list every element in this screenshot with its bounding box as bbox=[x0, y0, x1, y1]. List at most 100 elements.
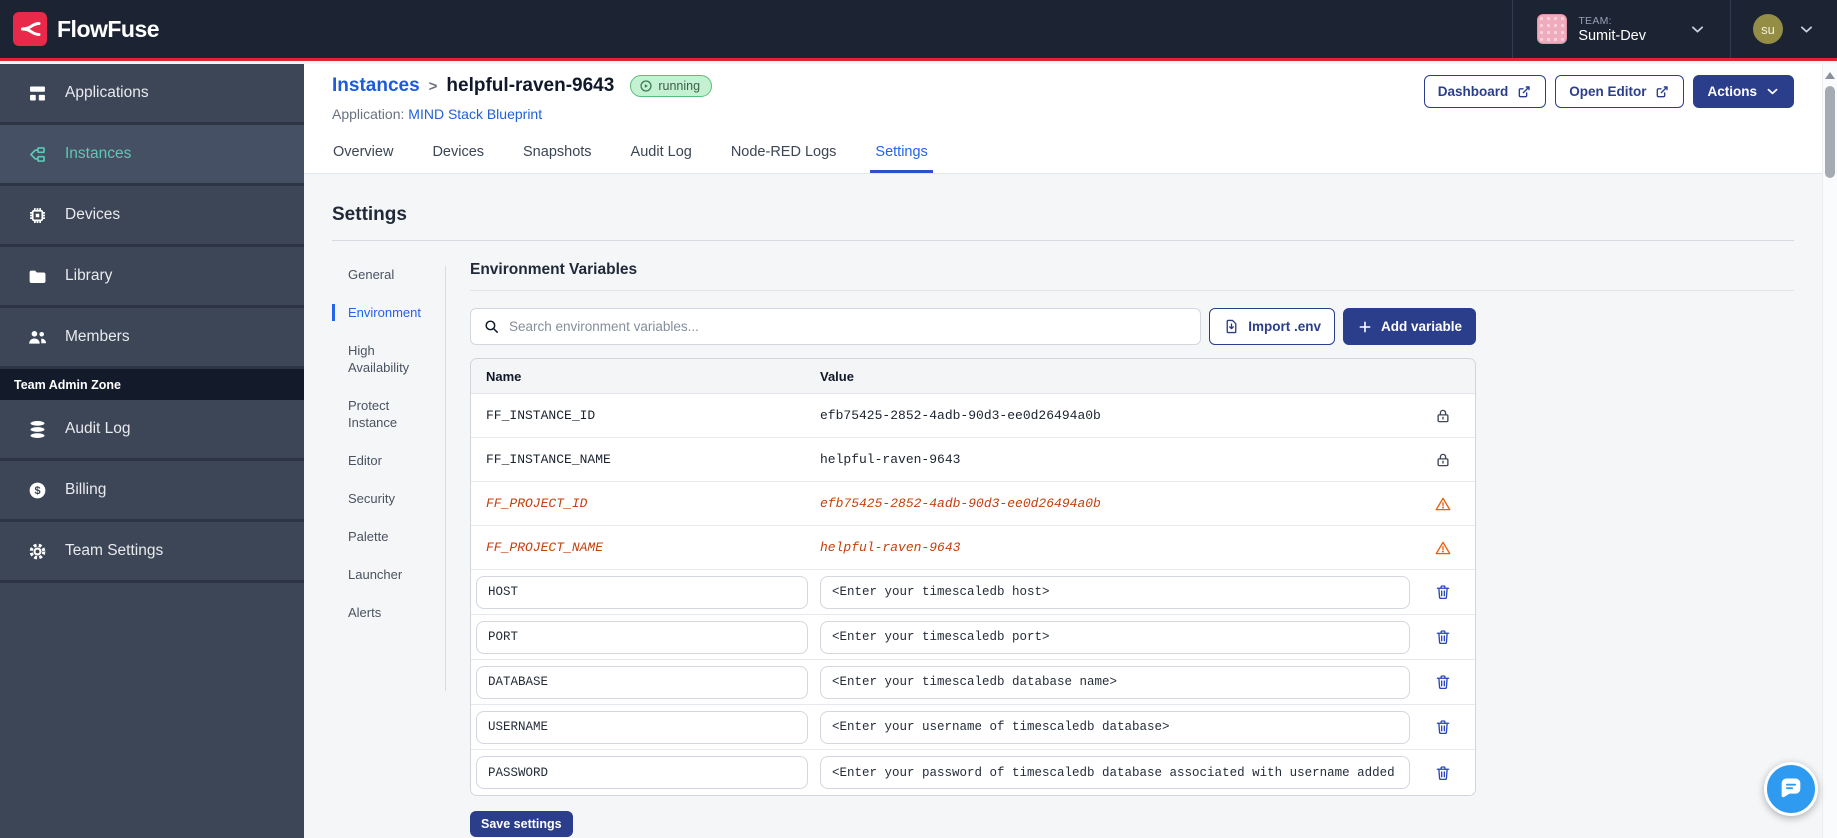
subnav-alerts[interactable]: Alerts bbox=[332, 604, 437, 621]
sidebar-item-label: Team Settings bbox=[65, 542, 164, 559]
subnav-security[interactable]: Security bbox=[332, 490, 437, 507]
team-avatar bbox=[1537, 14, 1568, 44]
subnav-general[interactable]: General bbox=[332, 266, 437, 283]
env-var-name-input[interactable] bbox=[476, 575, 808, 609]
subnav-palette[interactable]: Palette bbox=[332, 528, 437, 545]
env-var-name-input[interactable] bbox=[476, 665, 808, 699]
application-link[interactable]: MIND Stack Blueprint bbox=[408, 106, 542, 122]
settings-content: Settings General Environment High Availa… bbox=[304, 174, 1822, 838]
tab-settings[interactable]: Settings bbox=[870, 134, 934, 173]
settings-body: General Environment High Availability Pr… bbox=[332, 241, 1794, 837]
search-box bbox=[470, 308, 1202, 345]
settings-title: Settings bbox=[332, 204, 407, 225]
svg-text:$: $ bbox=[34, 485, 40, 497]
actions-button[interactable]: Actions bbox=[1693, 75, 1794, 108]
import-env-button[interactable]: Import .env bbox=[1209, 308, 1335, 345]
column-header-value: Value bbox=[820, 368, 854, 384]
open-editor-button[interactable]: Open Editor bbox=[1555, 75, 1685, 108]
scrollbar-up-arrow[interactable] bbox=[1825, 72, 1835, 79]
table-row bbox=[471, 750, 1475, 795]
table-row bbox=[471, 660, 1475, 705]
add-variable-label: Add variable bbox=[1380, 319, 1462, 334]
env-var-name: FF_PROJECT_NAME bbox=[486, 540, 604, 555]
subnav-editor[interactable]: Editor bbox=[332, 452, 437, 469]
lock-icon bbox=[1411, 451, 1475, 469]
scrollbar-thumb[interactable] bbox=[1825, 86, 1835, 178]
open-editor-button-label: Open Editor bbox=[1569, 84, 1647, 99]
tab-node-red-logs[interactable]: Node-RED Logs bbox=[730, 134, 838, 173]
sidebar-item-team-settings[interactable]: Team Settings bbox=[0, 522, 304, 583]
subnav-protect-instance[interactable]: Protect Instance bbox=[332, 397, 437, 431]
tab-audit-log[interactable]: Audit Log bbox=[630, 134, 693, 173]
trash-icon[interactable] bbox=[1411, 628, 1475, 646]
save-settings-button[interactable]: Save settings bbox=[470, 811, 573, 837]
env-var-name-input[interactable] bbox=[476, 710, 808, 744]
search-icon bbox=[483, 318, 500, 335]
dollar-circle-icon: $ bbox=[27, 480, 48, 501]
table-row: FF_INSTANCE_NAME helpful-raven-9643 bbox=[471, 438, 1475, 482]
status-text: running bbox=[658, 79, 701, 93]
table-row bbox=[471, 705, 1475, 750]
environment-panel: Environment Variables Search environment… bbox=[446, 241, 1794, 837]
env-var-value-input[interactable] bbox=[820, 575, 1410, 609]
user-avatar: su bbox=[1753, 14, 1783, 44]
team-label: TEAM: bbox=[1578, 14, 1612, 27]
add-variable-button[interactable]: Add variable bbox=[1342, 308, 1476, 345]
application-label: Application: bbox=[332, 106, 405, 122]
tab-devices[interactable]: Devices bbox=[431, 134, 485, 173]
team-admin-zone-label: Team Admin Zone bbox=[0, 369, 304, 400]
sidebar-item-billing[interactable]: $ Billing bbox=[0, 461, 304, 522]
sidebar-item-audit-log[interactable]: Audit Log bbox=[0, 400, 304, 461]
trash-icon[interactable] bbox=[1411, 583, 1475, 601]
sidebar-item-devices[interactable]: Devices bbox=[0, 186, 304, 247]
instance-name: helpful-raven-9643 bbox=[446, 75, 615, 96]
env-var-value-input[interactable] bbox=[820, 665, 1410, 699]
search-input[interactable] bbox=[509, 319, 1189, 334]
trash-icon[interactable] bbox=[1411, 673, 1475, 691]
environment-title: Environment Variables bbox=[470, 261, 1794, 291]
env-var-value: efb75425-2852-4adb-90d3-ee0d26494a0b bbox=[820, 408, 1101, 423]
plus-icon bbox=[1357, 319, 1373, 335]
topbar-right: TEAM: Sumit-Dev su bbox=[1512, 0, 1837, 58]
sidebar-item-label: Devices bbox=[65, 206, 121, 223]
breadcrumb-separator: > bbox=[428, 77, 438, 95]
import-file-icon bbox=[1223, 318, 1240, 335]
topbar: FlowFuse TEAM: Sumit-Dev su bbox=[0, 0, 1837, 61]
header-buttons: Dashboard Open Editor Actions bbox=[1423, 75, 1794, 108]
subnav-high-availability[interactable]: High Availability bbox=[332, 342, 437, 376]
flowfuse-logo[interactable]: FlowFuse bbox=[13, 12, 160, 46]
brand-name: FlowFuse bbox=[57, 15, 160, 42]
table-row bbox=[471, 615, 1475, 660]
tab-overview[interactable]: Overview bbox=[332, 134, 394, 173]
application-row: Application: MIND Stack Blueprint bbox=[332, 106, 1794, 122]
env-var-name-input[interactable] bbox=[476, 756, 808, 789]
trash-icon[interactable] bbox=[1411, 718, 1475, 736]
import-env-label: Import .env bbox=[1248, 319, 1321, 334]
sidebar-item-applications[interactable]: Applications bbox=[0, 64, 304, 125]
sidebar-item-instances[interactable]: Instances bbox=[0, 125, 304, 186]
sidebar-item-library[interactable]: Library bbox=[0, 247, 304, 308]
sidebar-item-members[interactable]: Members bbox=[0, 308, 304, 369]
chat-widget-button[interactable] bbox=[1764, 762, 1818, 816]
env-var-name-input[interactable] bbox=[476, 620, 808, 654]
user-menu[interactable]: su bbox=[1731, 0, 1837, 58]
breadcrumb-instances-link[interactable]: Instances bbox=[332, 75, 420, 97]
gear-icon bbox=[27, 541, 48, 562]
table-header: Name Value bbox=[471, 359, 1475, 394]
env-var-value-input[interactable] bbox=[820, 620, 1410, 654]
trash-icon[interactable] bbox=[1411, 764, 1475, 782]
column-header-name: Name bbox=[486, 368, 522, 384]
flowfuse-logo-icon bbox=[13, 12, 47, 46]
subnav-launcher[interactable]: Launcher bbox=[332, 566, 437, 583]
env-var-value: helpful-raven-9643 bbox=[820, 452, 961, 467]
tab-snapshots[interactable]: Snapshots bbox=[522, 134, 593, 173]
subnav-environment[interactable]: Environment bbox=[332, 304, 437, 321]
env-var-name: FF_INSTANCE_NAME bbox=[486, 452, 611, 467]
table-row: FF_PROJECT_NAME helpful-raven-9643 bbox=[471, 526, 1475, 570]
team-selector[interactable]: TEAM: Sumit-Dev bbox=[1513, 0, 1730, 58]
main-area: Instances > helpful-raven-9643 running A… bbox=[304, 64, 1822, 838]
env-var-value-input[interactable] bbox=[820, 710, 1410, 744]
actions-button-label: Actions bbox=[1707, 84, 1757, 99]
env-var-value-input[interactable] bbox=[820, 756, 1410, 789]
dashboard-button[interactable]: Dashboard bbox=[1423, 75, 1547, 108]
